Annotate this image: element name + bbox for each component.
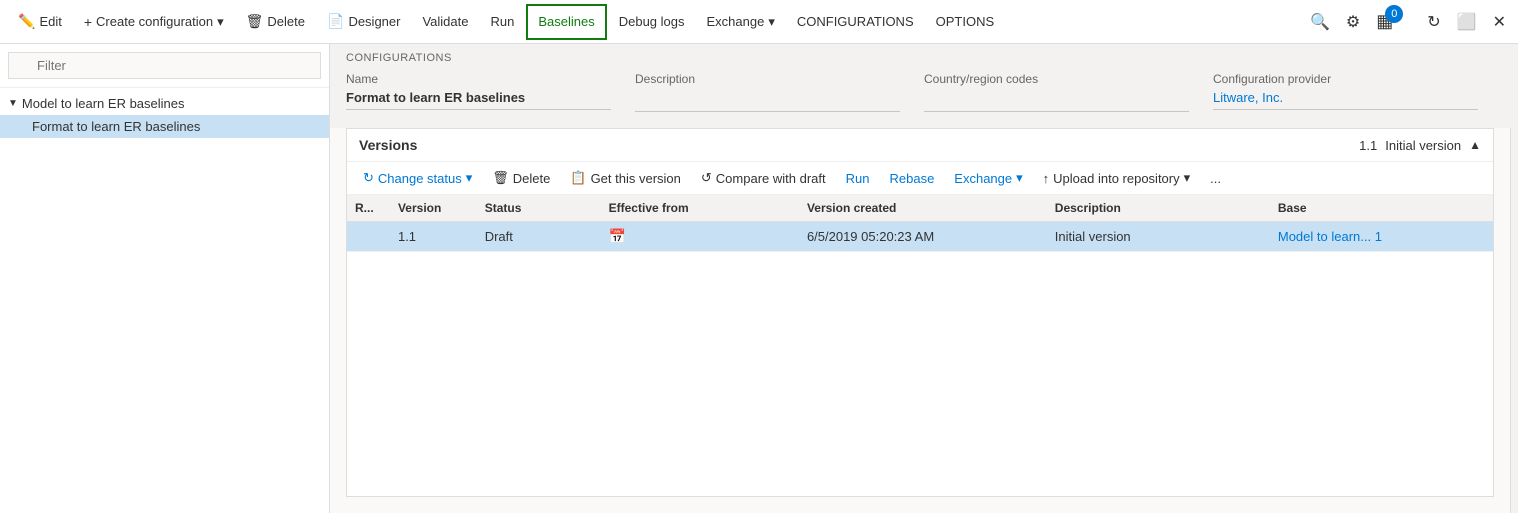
col-header-version: Version [390, 195, 477, 222]
get-version-icon: 📋 [570, 170, 586, 186]
table-row[interactable]: 1.1 Draft 📅 6/5/2019 05:20:23 AM Initial… [347, 222, 1493, 252]
versions-toolbar: ↻ Change status ▾ 🗑 Delete 📋 Get this ve… [347, 162, 1493, 195]
scrollbar[interactable] [1510, 128, 1518, 513]
versions-badge-label: Initial version [1385, 138, 1461, 153]
content-area: CONFIGURATIONS Name Format to learn ER b… [330, 44, 1518, 513]
designer-icon: 📄 [327, 13, 344, 30]
config-name-field: Name Format to learn ER baselines [346, 72, 635, 112]
collapse-button[interactable]: ▲ [1469, 138, 1481, 152]
breadcrumb: CONFIGURATIONS [346, 52, 1502, 64]
versions-header: Versions 1.1 Initial version ▲ [347, 129, 1493, 162]
versions-run-button[interactable]: Run [838, 167, 878, 190]
more-options-button[interactable]: ... [1202, 167, 1229, 190]
chevron-down-icon: ▾ [1184, 170, 1191, 186]
chevron-down-icon: ▾ [768, 14, 775, 30]
rebase-button[interactable]: Rebase [881, 167, 942, 190]
configurations-button[interactable]: CONFIGURATIONS [787, 4, 924, 40]
top-toolbar: ✏️ Edit + Create configuration ▾ 🗑 Delet… [0, 0, 1518, 44]
close-button[interactable]: ✕ [1489, 8, 1510, 36]
filter-bar: 🔍 [0, 44, 329, 88]
upload-icon: ↑ [1043, 171, 1050, 186]
config-header: CONFIGURATIONS Name Format to learn ER b… [330, 44, 1518, 128]
col-header-effective: Effective from [601, 195, 799, 222]
edit-icon: ✏️ [18, 13, 35, 30]
chevron-down-icon: ▾ [466, 170, 473, 186]
designer-button[interactable]: 📄 Designer [317, 4, 410, 40]
versions-delete-button[interactable]: 🗑 Delete [484, 166, 558, 190]
versions-table: R... Version Status Effective from Versi… [347, 195, 1493, 496]
notification-badge: 0 [1385, 5, 1403, 23]
delete-button[interactable]: 🗑 Delete [236, 4, 315, 40]
cell-created: 6/5/2019 05:20:23 AM [799, 222, 1047, 252]
tree-area: ▼ Model to learn ER baselines Format to … [0, 88, 329, 513]
sidebar: 🔍 ▼ Model to learn ER baselines Format t… [0, 44, 330, 513]
tree-item-format[interactable]: Format to learn ER baselines [0, 115, 329, 138]
versions-exchange-button[interactable]: Exchange ▾ [946, 166, 1030, 190]
config-description-field: Description [635, 72, 924, 112]
col-header-created: Version created [799, 195, 1047, 222]
trash-icon: 🗑 [492, 170, 509, 186]
table-header-row: R... Version Status Effective from Versi… [347, 195, 1493, 222]
validate-button[interactable]: Validate [412, 4, 478, 40]
run-button[interactable]: Run [480, 4, 524, 40]
office-button[interactable]: ▦ 0 [1372, 7, 1415, 36]
config-fields: Name Format to learn ER baselines Descri… [346, 72, 1502, 112]
trash-icon: 🗑 [246, 13, 264, 30]
tree-item-model[interactable]: ▼ Model to learn ER baselines [0, 92, 329, 115]
config-provider-field: Configuration provider Litware, Inc. [1213, 72, 1502, 112]
cell-version: 1.1 [390, 222, 477, 252]
search-button[interactable]: 🔍 [1306, 8, 1334, 36]
chevron-down-icon: ▼ [8, 98, 18, 109]
baselines-button[interactable]: Baselines [526, 4, 606, 40]
refresh-button[interactable]: ↻ [1423, 8, 1444, 36]
cell-description: Initial version [1047, 222, 1270, 252]
cell-base: Model to learn... 1 [1270, 222, 1493, 252]
versions-panel: Versions 1.1 Initial version ▲ ↻ Change … [346, 128, 1494, 497]
get-version-button[interactable]: 📋 Get this version [562, 166, 689, 190]
versions-badge: 1.1 [1359, 138, 1377, 153]
filter-input[interactable] [8, 52, 321, 79]
exchange-button[interactable]: Exchange ▾ [697, 4, 785, 40]
versions-title: Versions [359, 137, 1359, 153]
edit-button[interactable]: ✏️ Edit [8, 4, 72, 40]
main-layout: 🔍 ▼ Model to learn ER baselines Format t… [0, 44, 1518, 513]
col-header-base: Base [1270, 195, 1493, 222]
calendar-icon: 📅 [609, 228, 626, 244]
plus-icon: + [84, 14, 92, 30]
toolbar-right-icons: 🔍 ⚙ ▦ 0 ↻ ⬜ ✕ [1306, 7, 1510, 36]
debug-logs-button[interactable]: Debug logs [609, 4, 695, 40]
col-header-status: Status [477, 195, 601, 222]
versions-outer: Versions 1.1 Initial version ▲ ↻ Change … [330, 128, 1518, 513]
change-status-icon: ↻ [363, 170, 374, 186]
restore-button[interactable]: ⬜ [1453, 8, 1481, 36]
change-status-button[interactable]: ↻ Change status ▾ [355, 166, 480, 190]
upload-repository-button[interactable]: ↑ Upload into repository ▾ [1035, 166, 1199, 190]
col-header-description: Description [1047, 195, 1270, 222]
compare-icon: ↺ [701, 170, 712, 186]
col-header-r: R... [347, 195, 390, 222]
settings-icon-button[interactable]: ⚙ [1342, 8, 1364, 36]
chevron-down-icon: ▾ [1016, 170, 1023, 186]
compare-draft-button[interactable]: ↺ Compare with draft [693, 166, 834, 190]
config-country-field: Country/region codes [924, 72, 1213, 112]
cell-status: Draft [477, 222, 601, 252]
chevron-down-icon: ▾ [217, 14, 224, 30]
create-configuration-button[interactable]: + Create configuration ▾ [74, 4, 234, 40]
cell-r [347, 222, 390, 252]
cell-effective: 📅 [601, 222, 799, 252]
options-button[interactable]: OPTIONS [926, 4, 1005, 40]
